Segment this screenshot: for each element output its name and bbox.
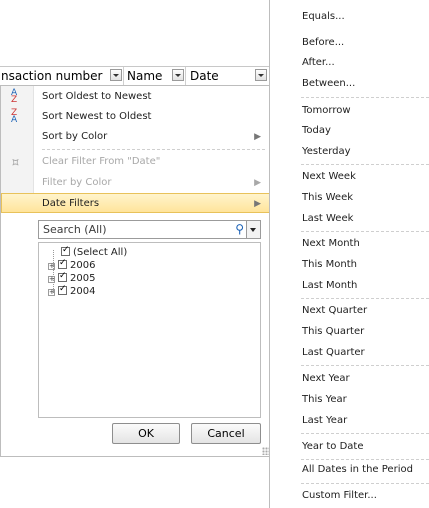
menu-item-next-month[interactable]: Next Month [302,234,360,254]
menu-separator [301,483,429,484]
expand-icon[interactable]: + [48,263,55,270]
menu-separator [301,298,429,299]
header-date[interactable]: Date [190,67,219,85]
clear-filter-item[interactable]: ⯏ Clear Filter From "Date" [1,152,271,172]
date-filters-submenu: Equals... Before... After... Between... … [269,0,429,508]
ok-button[interactable]: OK [112,423,180,444]
transaction-filter-dropdown-icon[interactable] [110,69,122,81]
submenu-arrow-icon: ▶ [254,178,261,188]
expand-icon[interactable]: + [48,276,55,283]
menu-item-equals[interactable]: Equals... [302,7,345,27]
name-filter-dropdown-icon[interactable] [172,69,184,81]
menu-item-last-year[interactable]: Last Year [302,411,347,431]
menu-item-last-week[interactable]: Last Week [302,209,353,229]
menu-item-yesterday[interactable]: Yesterday [302,142,351,162]
date-filter-dropdown-icon[interactable] [255,69,267,81]
checkbox-icon[interactable] [58,283,67,296]
column-header-row: nsaction number Name Date [0,66,273,86]
menu-item-this-year[interactable]: This Year [302,390,347,410]
header-name[interactable]: Name [127,67,162,85]
sort-oldest-to-newest-item[interactable]: AZ Sort Oldest to Newest [1,87,271,107]
search-icon: ⚲ [235,222,244,236]
search-dropdown-icon[interactable] [246,221,260,238]
clear-filter-icon: ⯏ [11,155,21,169]
filter-by-color-item[interactable]: Filter by Color ▶ [1,173,271,193]
tree-item-2006[interactable]: +2006 [48,257,95,272]
menu-separator [301,231,429,232]
date-filters-item[interactable]: Date Filters ▶ [1,193,271,213]
tree-item-2005[interactable]: +2005 [48,270,95,285]
menu-separator [301,365,429,366]
menu-item-this-quarter[interactable]: This Quarter [302,322,364,342]
checkbox-icon[interactable] [58,257,67,270]
menu-item-last-month[interactable]: Last Month [302,276,357,296]
menu-item-last-quarter[interactable]: Last Quarter [302,343,365,363]
header-transaction-number[interactable]: nsaction number [1,67,102,85]
sort-newest-to-oldest-item[interactable]: ZA Sort Newest to Oldest [1,107,271,127]
expand-icon[interactable]: + [48,289,55,296]
menu-item-before[interactable]: Before... [302,33,344,53]
menu-item-today[interactable]: Today [302,121,331,141]
submenu-arrow-icon: ▶ [254,132,261,142]
menu-item-next-quarter[interactable]: Next Quarter [302,301,367,321]
submenu-arrow-icon: ▶ [254,199,261,209]
menu-item-this-week[interactable]: This Week [302,188,353,208]
cancel-button[interactable]: Cancel [191,423,261,444]
checkbox-icon[interactable] [58,270,67,283]
menu-item-tomorrow[interactable]: Tomorrow [302,101,351,121]
menu-item-all-dates-in-period[interactable]: All Dates in the Period ▶ [302,460,429,480]
menu-separator [301,433,429,434]
menu-item-custom-filter[interactable]: Custom Filter... [302,486,377,506]
menu-item-year-to-date[interactable]: Year to Date [302,437,363,457]
menu-item-next-year[interactable]: Next Year [302,369,350,389]
column-divider [123,67,124,85]
menu-separator [301,164,429,165]
sort-by-color-item[interactable]: Sort by Color ▶ [1,127,271,147]
menu-item-after[interactable]: After... [302,53,335,73]
menu-separator [301,97,429,98]
sort-ascending-icon: AZ [11,88,18,105]
menu-item-between[interactable]: Between... [302,74,355,94]
checkbox-icon[interactable] [61,244,70,257]
filter-values-list: (Select All) +2006 +2005 +2004 [38,242,261,418]
tree-item-2004[interactable]: +2004 [48,283,95,298]
column-divider [185,67,186,85]
menu-separator [42,149,265,150]
sort-descending-icon: ZA [11,108,18,125]
select-all-checkbox[interactable]: (Select All) [61,244,127,259]
menu-item-this-month[interactable]: This Month [302,255,357,275]
menu-item-next-week[interactable]: Next Week [302,167,356,187]
search-input[interactable]: Search (All) ⚲ [38,220,261,239]
